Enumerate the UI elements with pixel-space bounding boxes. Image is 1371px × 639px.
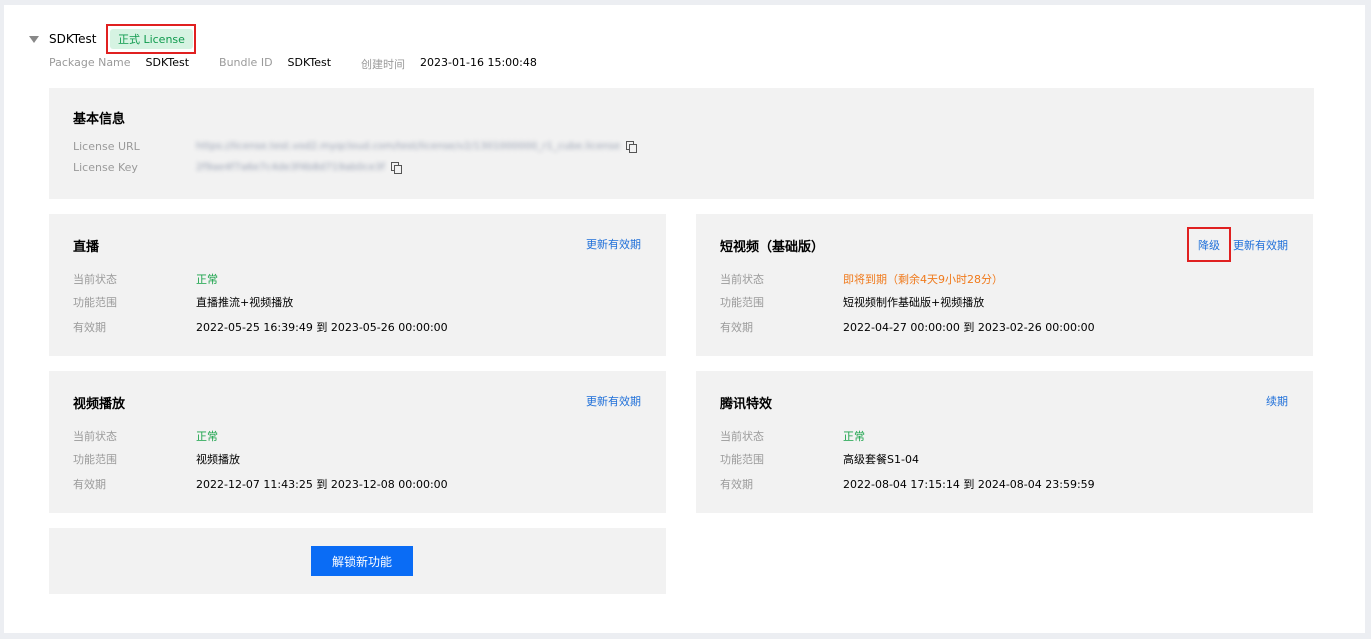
license-page: SDKTest 正式 License Package Name SDKTest … bbox=[4, 5, 1365, 633]
scope-label: 功能范围 bbox=[720, 296, 764, 309]
scope-value: 高级套餐S1-04 bbox=[843, 453, 919, 466]
scope-row: 功能范围 视频播放 bbox=[73, 451, 240, 467]
card-title: 直播 bbox=[73, 240, 100, 255]
status-row: 当前状态 正常 bbox=[720, 428, 865, 444]
unlock-panel: 解锁新功能 bbox=[49, 528, 666, 594]
renew-link[interactable]: 续期 bbox=[1266, 393, 1288, 409]
license-type-badge: 正式 License bbox=[109, 29, 193, 49]
status-row: 当前状态 正常 bbox=[73, 271, 218, 287]
scope-row: 功能范围 高级套餐S1-04 bbox=[720, 451, 919, 467]
unlock-new-feature-button[interactable]: 解锁新功能 bbox=[311, 546, 413, 576]
license-key-label: License Key bbox=[73, 161, 138, 174]
period-value: 2022-12-07 11:43:25 到 2023-12-08 00:00:0… bbox=[196, 478, 448, 491]
scope-label: 功能范围 bbox=[720, 453, 764, 466]
scope-label: 功能范围 bbox=[73, 453, 117, 466]
period-label: 有效期 bbox=[720, 321, 753, 334]
period-row: 有效期 2022-05-25 16:39:49 到 2023-05-26 00:… bbox=[73, 319, 448, 335]
bundle-id-value: SDKTest bbox=[287, 56, 332, 69]
license-key-value: 2f9ae4f7a6e7c4de3f4b8d719ab0ce3f bbox=[196, 162, 385, 173]
tencent-effects-card: 腾讯特效 续期 当前状态 正常 功能范围 高级套餐S1-04 有效期 2022-… bbox=[696, 371, 1313, 513]
period-label: 有效期 bbox=[73, 321, 106, 334]
app-header: SDKTest 正式 License bbox=[29, 24, 197, 54]
basic-info-panel: 基本信息 License URL https://license.test.vo… bbox=[49, 88, 1314, 199]
renew-validity-link[interactable]: 更新有效期 bbox=[1233, 237, 1288, 253]
live-card: 直播 更新有效期 当前状态 正常 功能范围 直播推流+视频播放 有效期 2022… bbox=[49, 214, 666, 356]
status-value: 正常 bbox=[196, 273, 218, 286]
scope-value: 直播推流+视频播放 bbox=[196, 296, 294, 309]
card-actions: 续期 bbox=[1266, 393, 1288, 409]
status-value: 即将到期（剩余4天9小时28分） bbox=[843, 273, 1003, 286]
scope-row: 功能范围 短视频制作基础版+视频播放 bbox=[720, 294, 984, 310]
collapse-caret-icon[interactable] bbox=[29, 35, 39, 43]
renew-validity-link[interactable]: 更新有效期 bbox=[586, 236, 641, 252]
license-url-value: https://license.test.vod2.myqcloud.com/t… bbox=[196, 141, 621, 152]
scope-label: 功能范围 bbox=[73, 296, 117, 309]
period-value: 2022-05-25 16:39:49 到 2023-05-26 00:00:0… bbox=[196, 321, 448, 334]
app-meta: Package Name SDKTest Bundle ID SDKTest 创… bbox=[49, 56, 567, 72]
badge-highlight: 正式 License bbox=[106, 24, 197, 54]
period-row: 有效期 2022-04-27 00:00:00 到 2023-02-26 00:… bbox=[720, 319, 1095, 335]
downgrade-link[interactable]: 降级 bbox=[1198, 237, 1220, 253]
period-row: 有效期 2022-08-04 17:15:14 到 2024-08-04 23:… bbox=[720, 476, 1095, 492]
copy-key-icon[interactable] bbox=[390, 162, 402, 174]
created-time-value: 2023-01-16 15:00:48 bbox=[420, 56, 537, 69]
package-name-value: SDKTest bbox=[145, 56, 190, 69]
card-title: 短视频（基础版） bbox=[720, 240, 825, 255]
package-name-label: Package Name bbox=[49, 56, 131, 69]
card-title: 腾讯特效 bbox=[720, 397, 773, 412]
card-title: 视频播放 bbox=[73, 397, 126, 412]
status-label: 当前状态 bbox=[720, 273, 764, 286]
scope-row: 功能范围 直播推流+视频播放 bbox=[73, 294, 293, 310]
downgrade-highlight: 降级 bbox=[1187, 227, 1231, 262]
bundle-id-label: Bundle ID bbox=[219, 56, 273, 69]
status-label: 当前状态 bbox=[73, 273, 117, 286]
license-url-row: License URL https://license.test.vod2.my… bbox=[73, 140, 638, 153]
video-playback-card: 视频播放 更新有效期 当前状态 正常 功能范围 视频播放 有效期 2022-12… bbox=[49, 371, 666, 513]
short-video-card: 短视频（基础版） 降级 更新有效期 当前状态 即将到期（剩余4天9小时28分） … bbox=[696, 214, 1313, 356]
scope-value: 短视频制作基础版+视频播放 bbox=[843, 296, 985, 309]
card-actions: 降级 更新有效期 bbox=[1187, 227, 1288, 262]
status-label: 当前状态 bbox=[720, 430, 764, 443]
period-row: 有效期 2022-12-07 11:43:25 到 2023-12-08 00:… bbox=[73, 476, 448, 492]
period-value: 2022-08-04 17:15:14 到 2024-08-04 23:59:5… bbox=[843, 478, 1095, 491]
basic-info-title: 基本信息 bbox=[73, 112, 126, 127]
period-value: 2022-04-27 00:00:00 到 2023-02-26 00:00:0… bbox=[843, 321, 1095, 334]
created-time-label: 创建时间 bbox=[361, 58, 406, 71]
period-label: 有效期 bbox=[73, 478, 106, 491]
scope-value: 视频播放 bbox=[196, 453, 240, 466]
period-label: 有效期 bbox=[720, 478, 753, 491]
status-row: 当前状态 正常 bbox=[73, 428, 218, 444]
status-value: 正常 bbox=[196, 430, 218, 443]
app-name: SDKTest bbox=[49, 32, 97, 46]
status-value: 正常 bbox=[843, 430, 865, 443]
license-key-row: License Key 2f9ae4f7a6e7c4de3f4b8d719ab0… bbox=[73, 161, 402, 174]
license-url-label: License URL bbox=[73, 140, 140, 153]
status-row: 当前状态 即将到期（剩余4天9小时28分） bbox=[720, 271, 1003, 287]
card-actions: 更新有效期 bbox=[586, 393, 641, 409]
status-label: 当前状态 bbox=[73, 430, 117, 443]
copy-url-icon[interactable] bbox=[626, 141, 638, 153]
card-actions: 更新有效期 bbox=[586, 236, 641, 252]
renew-validity-link[interactable]: 更新有效期 bbox=[586, 393, 641, 409]
